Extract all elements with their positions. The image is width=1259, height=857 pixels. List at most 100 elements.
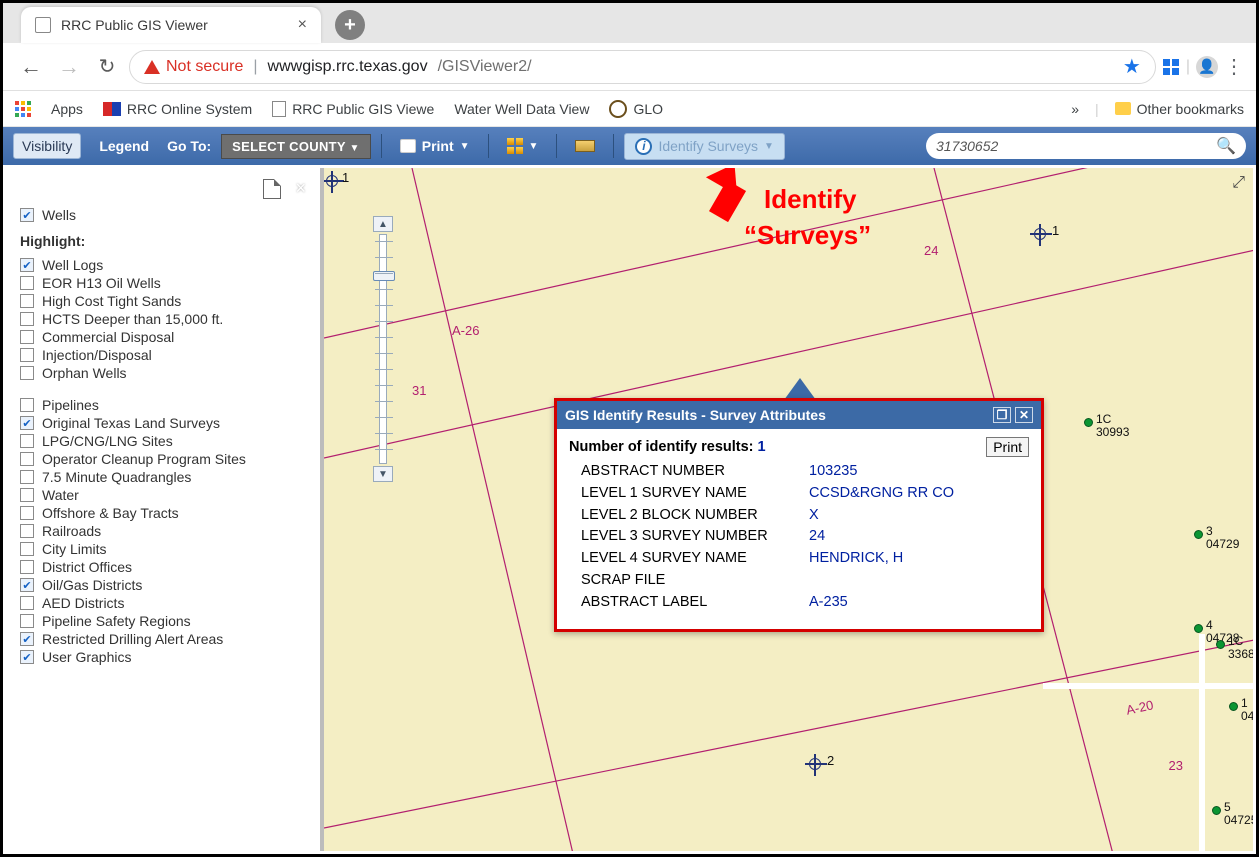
checkbox-icon[interactable] — [20, 312, 34, 326]
profile-avatar[interactable]: 👤 — [1196, 56, 1218, 78]
layer-item[interactable]: City Limits — [20, 541, 306, 557]
layer-item[interactable]: Pipeline Safety Regions — [20, 613, 306, 629]
popup-print-button[interactable]: Print — [986, 437, 1029, 457]
layer-item[interactable]: AED Districts — [20, 595, 306, 611]
sidebar-close-icon[interactable]: × — [295, 178, 306, 199]
checkbox-icon[interactable] — [20, 276, 34, 290]
checkbox-icon[interactable] — [20, 506, 34, 520]
well-symbol[interactable] — [1034, 228, 1046, 240]
layer-item[interactable]: Railroads — [20, 523, 306, 539]
layer-item[interactable]: Original Texas Land Surveys — [20, 415, 306, 431]
apps-label[interactable]: Apps — [51, 101, 83, 117]
bookmark-glo[interactable]: GLO — [609, 100, 663, 118]
browser-menu-icon[interactable]: ⋮ — [1224, 54, 1244, 79]
reload-button[interactable]: ↻ — [91, 54, 123, 79]
attr-value: HENDRICK, H — [809, 548, 903, 570]
search-input[interactable]: 31730652 🔍 — [926, 133, 1246, 159]
browser-tab[interactable]: RRC Public GIS Viewer × — [21, 7, 321, 43]
new-tab-button[interactable]: + — [335, 10, 365, 40]
layer-item[interactable]: Well Logs — [20, 257, 306, 273]
layer-item[interactable]: Operator Cleanup Program Sites — [20, 451, 306, 467]
tab-close-icon[interactable]: × — [298, 16, 307, 34]
checkbox-icon[interactable] — [20, 330, 34, 344]
checkbox-icon[interactable] — [20, 650, 34, 664]
well-dot[interactable] — [1194, 624, 1203, 633]
visibility-button[interactable]: Visibility — [13, 133, 81, 159]
well-dot[interactable] — [1212, 806, 1221, 815]
checkbox-icon[interactable] — [20, 560, 34, 574]
popup-close-icon[interactable]: ✕ — [1015, 407, 1033, 423]
basemap-button[interactable]: ▼ — [499, 134, 547, 158]
identify-surveys-button[interactable]: i Identify Surveys ▼ — [624, 133, 785, 160]
layer-item[interactable]: Offshore & Bay Tracts — [20, 505, 306, 521]
layer-item[interactable]: 7.5 Minute Quadrangles — [20, 469, 306, 485]
print-button[interactable]: Print ▼ — [392, 134, 478, 158]
checkbox-icon[interactable] — [20, 632, 34, 646]
well-dot[interactable] — [1216, 640, 1225, 649]
checkbox-icon[interactable] — [20, 294, 34, 308]
popup-titlebar[interactable]: GIS Identify Results - Survey Attributes… — [557, 401, 1041, 429]
checkbox-icon[interactable] — [20, 398, 34, 412]
road-segment — [1043, 683, 1253, 689]
well-symbol[interactable] — [326, 175, 338, 187]
layer-item[interactable]: Injection/Disposal — [20, 347, 306, 363]
checkbox-icon[interactable] — [20, 470, 34, 484]
omnibox[interactable]: Not secure | wwwgisp.rrc.texas.gov/GISVi… — [129, 50, 1156, 84]
bookmark-rrc-online[interactable]: RRC Online System — [103, 101, 252, 117]
checkbox-icon[interactable] — [20, 542, 34, 556]
layer-item[interactable]: HCTS Deeper than 15,000 ft. — [20, 311, 306, 327]
layer-item[interactable]: Restricted Drilling Alert Areas — [20, 631, 306, 647]
checkbox-icon[interactable] — [20, 366, 34, 380]
select-county-dropdown[interactable]: SELECT COUNTY ▼ — [221, 134, 371, 159]
goto-label: Go To: — [167, 138, 211, 154]
zoom-in-button[interactable]: ▲ — [373, 216, 393, 232]
checkbox-icon[interactable] — [20, 208, 34, 222]
security-warning[interactable]: Not secure — [144, 58, 243, 76]
extension-icon[interactable] — [1162, 58, 1180, 76]
bookmark-star-icon[interactable]: ★ — [1123, 54, 1141, 79]
measure-button[interactable] — [567, 136, 603, 156]
well-dot[interactable] — [1229, 702, 1238, 711]
search-icon[interactable]: 🔍 — [1216, 136, 1236, 156]
layer-item[interactable]: Water — [20, 487, 306, 503]
layer-item[interactable]: Pipelines — [20, 397, 306, 413]
layer-item[interactable]: User Graphics — [20, 649, 306, 665]
checkbox-icon[interactable] — [20, 578, 34, 592]
layer-item[interactable]: High Cost Tight Sands — [20, 293, 306, 309]
checkbox-icon[interactable] — [20, 258, 34, 272]
zoom-slider[interactable]: ▲ ▼ — [370, 216, 396, 482]
pdf-export-icon[interactable] — [263, 179, 281, 199]
well-symbol[interactable] — [809, 758, 821, 770]
bookmark-rrc-gis[interactable]: RRC Public GIS Viewe — [272, 101, 434, 117]
checkbox-icon[interactable] — [20, 524, 34, 538]
zoom-out-button[interactable]: ▼ — [373, 466, 393, 482]
apps-grid-icon[interactable] — [15, 101, 31, 117]
attr-key: SCRAP FILE — [581, 570, 801, 592]
zoom-track[interactable] — [379, 234, 387, 464]
layer-item[interactable]: Commercial Disposal — [20, 329, 306, 345]
checkbox-icon[interactable] — [20, 596, 34, 610]
attr-key: LEVEL 2 BLOCK NUMBER — [581, 505, 801, 527]
map-canvas[interactable]: ⤢ A-26 31 24 23 A-20 1 1 2 1C30993304729… — [324, 168, 1253, 851]
bookmark-water-well[interactable]: Water Well Data View — [454, 101, 589, 117]
layer-item[interactable]: EOR H13 Oil Wells — [20, 275, 306, 291]
popup-maximize-icon[interactable]: ❐ — [993, 407, 1011, 423]
bookmarks-overflow[interactable]: » — [1071, 101, 1079, 117]
checkbox-icon[interactable] — [20, 488, 34, 502]
back-button[interactable]: ← — [15, 54, 47, 80]
well-dot[interactable] — [1084, 418, 1093, 427]
layer-item[interactable]: District Offices — [20, 559, 306, 575]
other-bookmarks[interactable]: Other bookmarks — [1115, 101, 1244, 117]
forward-button[interactable]: → — [53, 54, 85, 80]
layer-item[interactable]: LPG/CNG/LNG Sites — [20, 433, 306, 449]
checkbox-icon[interactable] — [20, 434, 34, 448]
layer-wells[interactable]: Wells — [20, 207, 306, 223]
checkbox-icon[interactable] — [20, 416, 34, 430]
checkbox-icon[interactable] — [20, 348, 34, 362]
checkbox-icon[interactable] — [20, 614, 34, 628]
layer-item[interactable]: Orphan Wells — [20, 365, 306, 381]
legend-button[interactable]: Legend — [91, 134, 157, 158]
well-dot[interactable] — [1194, 530, 1203, 539]
checkbox-icon[interactable] — [20, 452, 34, 466]
layer-item[interactable]: Oil/Gas Districts — [20, 577, 306, 593]
